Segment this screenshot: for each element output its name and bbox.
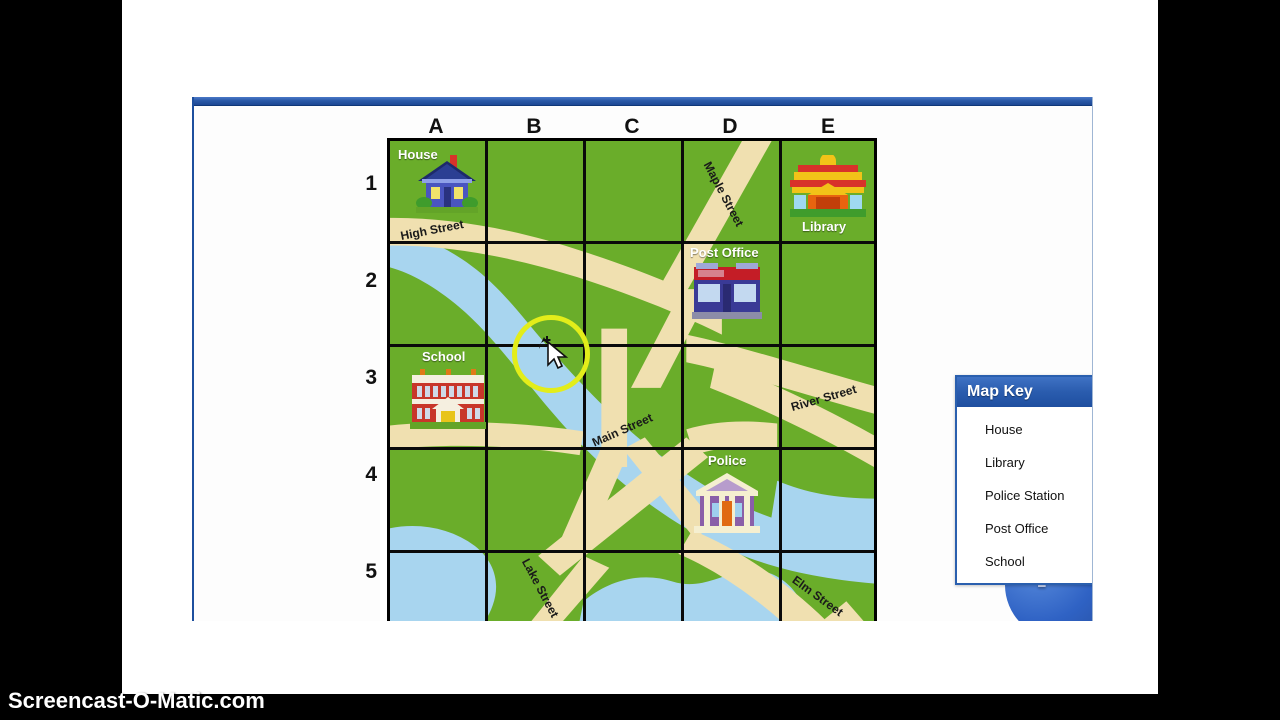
document-panel: A B C D E 1 2 3 4 5 House Library Post O… [192,97,1093,621]
map-place-label-school: School [422,349,466,364]
map-key-item-label: School [985,554,1025,569]
grid-column-header-a: A [428,115,444,138]
map-place-label-police: Police [708,453,747,468]
document-body: A B C D E 1 2 3 4 5 House Library Post O… [194,107,1092,621]
grid-column-header-d: D [722,115,738,138]
post-office-building-icon [692,263,762,319]
screencast-watermark: Screencast-O-Matic.com [8,688,265,713]
grid-line-vertical [583,141,586,621]
house-building-icon [416,155,478,213]
map-key-item-police-station[interactable]: Police Station [957,479,1092,512]
grid-column-header-c: C [624,115,640,138]
map-key-item-library[interactable]: Library [957,446,1092,479]
grid-row-header-2: 2 [365,269,377,292]
police-station-building-icon [694,473,760,533]
map-grid[interactable]: House Library Post Office School Police … [387,138,877,621]
grid-line-horizontal [390,344,874,347]
document-titlebar [194,97,1092,106]
app-window: A B C D E 1 2 3 4 5 House Library Post O… [122,0,1158,694]
school-building-icon [410,369,486,429]
map-key-item-label: Library [985,455,1025,470]
map-key-item-label: Police Station [985,488,1065,503]
map-key-item-label: House [985,422,1023,437]
grid-column-header-e: E [820,115,835,138]
grid-row-header-5: 5 [365,560,377,583]
grid-column-header-b: B [526,115,542,138]
mouse-cursor-move-icon [539,336,569,369]
screen-root: A B C D E 1 2 3 4 5 House Library Post O… [0,0,1280,720]
map-key-panel[interactable]: Map Key House Library Police Station Pos… [955,375,1092,585]
map-key-item-post-office[interactable]: Post Office [957,512,1092,545]
map-key-title-text: Map Key [967,383,1033,400]
grid-row-header-1: 1 [365,172,377,195]
library-building-icon [790,155,866,217]
grid-line-horizontal [390,447,874,450]
map-place-label-post-office: Post Office [690,245,759,260]
grid-line-horizontal [390,241,874,244]
map-place-label-library: Library [802,219,847,234]
map-place-label-house: House [398,147,438,162]
grid-row-header-4: 4 [365,463,377,486]
map-key-item-school[interactable]: School [957,545,1092,578]
map-key-item-label: Post Office [985,521,1049,536]
grid-line-vertical [779,141,782,621]
map-key-item-house[interactable]: House [957,413,1092,446]
map-key-titlebar: Map Key [957,377,1092,407]
grid-line-vertical [681,141,684,621]
grid-row-header-3: 3 [365,366,377,389]
map-key-list: House Library Police Station Post Office… [957,407,1092,578]
grid-line-horizontal [390,550,874,553]
